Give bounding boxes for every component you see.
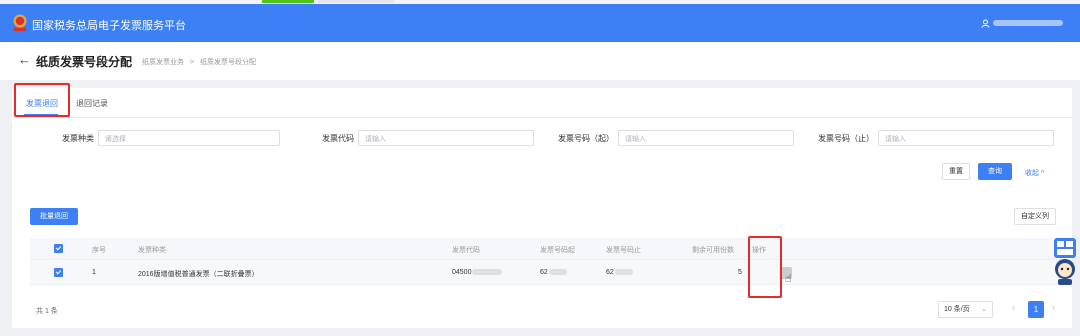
highlight-box-operation — [748, 236, 782, 298]
invoice-num-end-placeholder: 请输入 — [885, 136, 906, 143]
page-header: ← 纸质发票号段分配 纸质发票业务 > 纸质发票号段分配 — [0, 42, 1080, 80]
page-title: 纸质发票号段分配 — [36, 55, 133, 69]
page-number-current[interactable]: 1 — [1028, 301, 1044, 318]
chevron-down-icon: ⌄ — [981, 306, 987, 313]
col-index: 序号 — [92, 247, 106, 254]
chevron-down-icon: ⌄ — [105, 134, 111, 141]
query-button[interactable]: 查询 — [978, 163, 1012, 180]
invoice-num-end-input[interactable]: 请输入 — [878, 130, 1054, 146]
breadcrumb: 纸质发票业务 > 纸质发票号段分配 — [142, 57, 260, 67]
reset-button[interactable]: 重置 — [942, 163, 970, 180]
invoice-num-start-input[interactable]: 请输入 — [618, 130, 794, 146]
tab-bar: 发票退回 退回记录 — [12, 88, 1072, 118]
highlight-box-tab — [14, 83, 70, 117]
filter-code-label: 发票代码 — [322, 134, 354, 143]
hand-cursor-icon: ☝ — [785, 273, 792, 285]
batch-return-button[interactable]: 批量退回 — [30, 208, 78, 225]
assistant-mascot-icon[interactable] — [1050, 236, 1080, 286]
filter-type-label: 发票种类 — [62, 134, 94, 143]
app-title: 国家税务总局电子发票服务平台 — [32, 20, 186, 32]
browser-tab-indicator — [262, 0, 314, 3]
custom-columns-button[interactable]: 自定义列 — [1014, 208, 1056, 225]
col-num-start: 发票号码起 — [540, 247, 575, 254]
invoice-code-placeholder: 请输入 — [365, 136, 386, 143]
page-size-value: 10 条/页 — [944, 306, 970, 313]
tab-return-records[interactable]: 退回记录 — [76, 98, 108, 109]
filter-num-end-label: 发票号码（止） — [818, 134, 874, 143]
breadcrumb-item-parent[interactable]: 纸质发票业务 — [142, 59, 184, 66]
browser-tab — [318, 0, 394, 3]
user-name-redacted[interactable] — [993, 20, 1063, 26]
invoice-type-select[interactable]: 请选择 ⌄ — [98, 130, 280, 146]
table-header: 序号 发票种类 发票代码 发票号码起 发票号码止 剩余可用份数 操作 — [30, 238, 1064, 260]
row-invoice-type: 2016版增值税普通发票（二联折叠票） — [138, 271, 259, 278]
user-icon[interactable] — [981, 19, 990, 28]
invoice-num-start-placeholder: 请输入 — [625, 136, 646, 143]
invoice-code-input[interactable]: 请输入 — [358, 130, 534, 146]
page-size-select[interactable]: 10 条/页 ⌄ — [938, 301, 993, 318]
row-num-start: 62 — [540, 269, 567, 276]
col-invoice-type: 发票种类 — [138, 247, 166, 254]
app-header: 国家税务总局电子发票服务平台 — [0, 4, 1080, 42]
filter-num-start-label: 发票号码（起） — [558, 134, 614, 143]
col-remaining: 剩余可用份数 — [692, 247, 734, 254]
total-count: 共 1 条 — [36, 308, 58, 315]
table-row[interactable]: 1 2016版增值税普通发票（二联折叠票） 04500 62 62 5 ☝ — [30, 260, 1064, 285]
row-index: 1 — [92, 269, 96, 276]
select-all-checkbox[interactable] — [54, 244, 63, 253]
tax-emblem-icon — [13, 14, 27, 31]
prev-page-icon[interactable]: ‹ — [1012, 302, 1015, 312]
row-checkbox[interactable] — [54, 268, 63, 277]
next-page-icon[interactable]: › — [1052, 302, 1055, 312]
breadcrumb-item-current: 纸质发票号段分配 — [200, 59, 256, 66]
col-invoice-code: 发票代码 — [452, 247, 480, 254]
row-remaining: 5 — [738, 269, 742, 276]
row-num-end: 62 — [606, 269, 633, 276]
main-card: 发票退回 退回记录 发票种类 请选择 ⌄ 发票代码 请输入 发票号码（起） 请输… — [12, 83, 1072, 328]
arrow-left-icon[interactable]: ← — [18, 52, 31, 67]
row-invoice-code: 04500 — [452, 269, 503, 276]
breadcrumb-separator: > — [189, 59, 195, 66]
col-num-end: 发票号码止 — [606, 247, 641, 254]
collapse-link[interactable]: 收起 ^ — [1025, 168, 1044, 178]
